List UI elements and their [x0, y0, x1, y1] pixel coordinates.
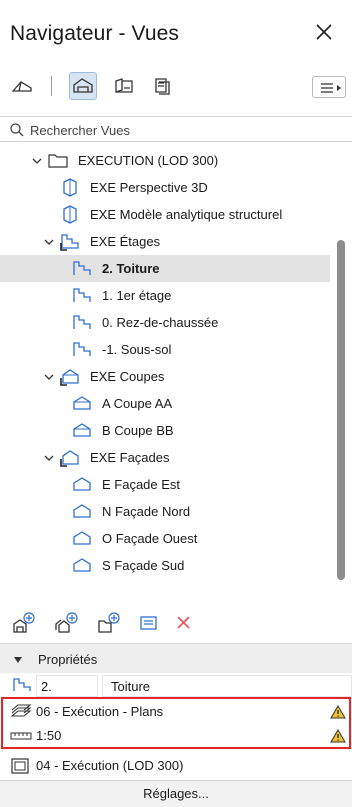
tree-item-label: 2. Toiture: [102, 261, 160, 276]
tree-item-label: B Coupe BB: [102, 423, 174, 438]
properties-title: Propriétés: [38, 652, 98, 667]
tree-item-label: -1. Sous-sol: [102, 342, 172, 357]
tree-item-sous-sol[interactable]: -1. Sous-sol: [0, 336, 330, 363]
tree-action-bar: [0, 604, 352, 640]
story-icon: [71, 339, 93, 359]
tree-item-execution[interactable]: EXECUTION (LOD 300): [0, 147, 330, 174]
tree-item-label: E Façade Est: [102, 477, 181, 492]
elevation-icon: [71, 474, 93, 494]
story-icon: [71, 285, 93, 305]
elevation-icon: [71, 528, 93, 548]
chevron-down-icon[interactable]: [31, 155, 43, 167]
section-folder-icon: [59, 366, 81, 386]
close-icon[interactable]: [310, 18, 338, 46]
toolbar-menu-button[interactable]: [312, 76, 346, 98]
tree-item-label: EXE Perspective 3D: [90, 180, 208, 195]
chevron-down-icon[interactable]: [43, 452, 55, 464]
view-name-value: Toiture: [111, 679, 151, 694]
view-id-field[interactable]: 2.: [36, 675, 98, 697]
story-icon: [71, 312, 93, 332]
tree-item-facade-est[interactable]: E Façade Est: [0, 471, 330, 498]
view-name-field[interactable]: Toiture: [102, 675, 352, 697]
elevation-icon: [71, 555, 93, 575]
folder-icon: [47, 150, 69, 170]
elevation-folder-icon: [59, 447, 81, 467]
view-settings-icon[interactable]: [137, 612, 161, 634]
property-row-id: 2. Toiture: [0, 673, 352, 699]
tree-item-label: EXECUTION (LOD 300): [78, 153, 219, 168]
tree-item-label: O Façade Ouest: [102, 531, 198, 546]
tree-item-label: N Façade Nord: [102, 504, 191, 519]
window-title: Navigateur - Vues: [10, 22, 180, 45]
title-bar: Navigateur - Vues: [0, 0, 352, 72]
clone-view-icon[interactable]: [55, 612, 79, 634]
collapse-triangle-icon[interactable]: [13, 656, 23, 664]
settings-button-label: Réglages...: [143, 786, 209, 801]
tree-item-rez-de-chaussee[interactable]: 0. Rez-de-chaussée: [0, 309, 330, 336]
tree-item-coupe-aa[interactable]: A Coupe AA: [0, 390, 330, 417]
story-icon: [12, 676, 32, 694]
tree-item-analytical-model[interactable]: EXE Modèle analytique structurel: [0, 201, 330, 228]
tree-item-stories-folder[interactable]: EXE Étages: [0, 228, 330, 255]
search-icon: [9, 122, 25, 138]
view-id-value: 2.: [41, 679, 52, 694]
tree-item-label: S Façade Sud: [102, 558, 185, 573]
tree-item-label: A Coupe AA: [102, 396, 173, 411]
tree-scrollbar[interactable]: [337, 240, 345, 580]
view-type-toolbar: [0, 72, 352, 112]
chevron-down-icon[interactable]: [43, 236, 55, 248]
tree-item-label: 0. Rez-de-chaussée: [102, 315, 219, 330]
tree-item-facade-ouest[interactable]: O Façade Ouest: [0, 525, 330, 552]
view-map-icon[interactable]: [69, 72, 97, 100]
tree-item-label: EXE Étages: [90, 234, 161, 249]
tree-item-label: EXE Façades: [90, 450, 170, 465]
section-icon: [71, 393, 93, 413]
tree-item-elevations-folder[interactable]: EXE Façades: [0, 444, 330, 471]
tree-item-facade-nord[interactable]: N Façade Nord: [0, 498, 330, 525]
model-view-options-row[interactable]: 04 - Exécution (LOD 300): [0, 753, 352, 779]
model-view-options-value: 04 - Exécution (LOD 300): [36, 758, 184, 773]
elevation-icon: [71, 501, 93, 521]
view-tree: EXECUTION (LOD 300) EXE Perspective 3D E…: [0, 145, 352, 600]
tree-item-1er-etage[interactable]: 1. 1er étage: [0, 282, 330, 309]
tree-item-label: EXE Coupes: [90, 369, 165, 384]
3d-view-icon: [59, 204, 81, 224]
search-input[interactable]: [30, 121, 330, 139]
highlight-frame: [1, 697, 351, 749]
tree-item-coupe-bb[interactable]: B Coupe BB: [0, 417, 330, 444]
story-folder-icon: [59, 231, 81, 251]
layout-book-icon[interactable]: [110, 72, 138, 100]
toolbar-separator: [51, 76, 52, 96]
story-icon: [71, 258, 93, 278]
tree-item-facade-sud[interactable]: S Façade Sud: [0, 552, 330, 579]
delete-icon[interactable]: [172, 612, 196, 634]
new-folder-icon[interactable]: [97, 612, 121, 634]
tree-item-label: EXE Modèle analytique structurel: [90, 207, 283, 222]
publisher-sets-icon[interactable]: [148, 72, 176, 100]
tree-item-toiture[interactable]: 2. Toiture: [0, 255, 330, 282]
model-view-options-icon: [11, 758, 29, 774]
tree-item-perspective-3d[interactable]: EXE Perspective 3D: [0, 174, 330, 201]
search-bar: [0, 116, 352, 142]
new-view-icon[interactable]: [12, 612, 36, 634]
section-icon: [71, 420, 93, 440]
project-map-icon[interactable]: [8, 72, 36, 100]
settings-button[interactable]: Réglages...: [0, 780, 352, 807]
tree-item-label: 1. 1er étage: [102, 288, 172, 303]
properties-header[interactable]: Propriétés: [0, 643, 352, 673]
3d-view-icon: [59, 177, 81, 197]
chevron-down-icon[interactable]: [43, 371, 55, 383]
tree-item-sections-folder[interactable]: EXE Coupes: [0, 363, 330, 390]
